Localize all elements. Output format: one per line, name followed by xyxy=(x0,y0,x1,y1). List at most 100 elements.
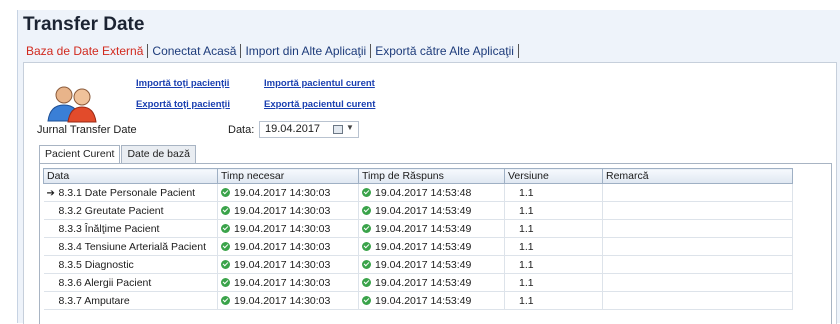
cell-timp-de-raspuns-text: 19.04.2017 14:53:49 xyxy=(375,294,472,307)
cell-versiune: 1.1 xyxy=(504,255,603,274)
cell-data-text: 8.3.5 Diagnostic xyxy=(58,258,134,271)
cell-timp-de-raspuns-text: 19.04.2017 14:53:49 xyxy=(375,258,472,271)
check-circle-icon xyxy=(221,277,230,287)
tab-pacient-curent[interactable]: Pacient Curent xyxy=(39,145,121,163)
cell-data-text: 8.3.3 Înălţime Pacient xyxy=(58,222,160,235)
sub-tabs: Pacient Curent Date de bază xyxy=(39,145,197,163)
cell-data: 8.3.4 Tensiune Arterială Pacient xyxy=(43,237,218,256)
page-title: Transfer Date xyxy=(23,14,145,35)
top-tabs: Baza de Date Externă Conectat Acasă Impo… xyxy=(23,44,520,58)
cell-versiune-text: 1.1 xyxy=(519,276,534,289)
check-circle-icon xyxy=(221,295,230,305)
cell-data: 8.3.6 Alergii Pacient xyxy=(43,273,218,292)
journal-label: Jurnal Transfer Date xyxy=(37,124,137,136)
column-header-timp-necesar[interactable]: Timp necesar xyxy=(217,168,359,184)
column-header-timp-de-raspuns[interactable]: Timp de Răspuns xyxy=(358,168,505,184)
check-circle-icon xyxy=(362,277,371,287)
cell-timp-necesar-text: 19.04.2017 14:30:03 xyxy=(234,276,331,289)
cell-timp-necesar: 19.04.2017 14:30:03 xyxy=(217,201,359,220)
check-circle-icon xyxy=(221,241,230,251)
cell-timp-de-raspuns-text: 19.04.2017 14:53:49 xyxy=(375,240,472,253)
cell-timp-de-raspuns: 19.04.2017 14:53:49 xyxy=(358,273,505,292)
cell-timp-necesar-text: 19.04.2017 14:30:03 xyxy=(234,240,331,253)
cell-remarca xyxy=(602,255,793,274)
cell-remarca xyxy=(602,273,793,292)
column-header-versiune[interactable]: Versiune xyxy=(504,168,603,184)
cell-data-text: 8.3.2 Greutate Pacient xyxy=(58,204,164,217)
tab-separator xyxy=(517,44,519,58)
cell-data-text: 8.3.7 Amputare xyxy=(58,294,130,307)
cell-data: ➔ 8.3.1 Date Personale Pacient xyxy=(43,183,218,202)
cell-timp-de-raspuns-text: 19.04.2017 14:53:49 xyxy=(375,222,472,235)
check-circle-icon xyxy=(362,205,371,215)
table-row[interactable]: 8.3.3 Înălţime Pacient 19.04.2017 14:30:0… xyxy=(43,219,793,238)
cell-timp-necesar-text: 19.04.2017 14:30:03 xyxy=(234,222,331,235)
cell-remarca xyxy=(602,219,793,238)
check-circle-icon xyxy=(221,187,230,197)
cell-timp-de-raspuns: 19.04.2017 14:53:49 xyxy=(358,219,505,238)
column-header-remarca[interactable]: Remarcă xyxy=(602,168,793,184)
tab-import-din-alte-aplicatii[interactable]: Import din Alte Aplicaţii xyxy=(242,44,369,58)
table-header-row: Data Timp necesar Timp de Răspuns Versiu… xyxy=(43,168,793,184)
cell-data-text: 8.3.6 Alergii Pacient xyxy=(58,276,152,289)
tab-date-de-baza[interactable]: Date de bază xyxy=(121,145,196,163)
check-circle-icon xyxy=(221,205,230,215)
transfer-grid: Data Timp necesar Timp de Răspuns Versiu… xyxy=(39,163,832,324)
table-row[interactable]: 8.3.2 Greutate Pacient 19.04.2017 14:30:0… xyxy=(43,201,793,220)
cell-data-text: 8.3.4 Tensiune Arterială Pacient xyxy=(58,240,207,253)
cell-timp-de-raspuns: 19.04.2017 14:53:49 xyxy=(358,201,505,220)
export-current-patient-link[interactable]: Exportă pacientul curent xyxy=(264,99,375,110)
tab-separator xyxy=(147,44,149,58)
table-row[interactable]: 8.3.5 Diagnostic 19.04.2017 14:30:03 19.04… xyxy=(43,255,793,274)
cell-versiune: 1.1 xyxy=(504,273,603,292)
cell-timp-necesar-text: 19.04.2017 14:30:03 xyxy=(234,204,331,217)
cell-versiune-text: 1.1 xyxy=(519,222,534,235)
import-all-patients-link[interactable]: Importă toţi pacienţii xyxy=(136,78,229,89)
table-row[interactable]: ➔ 8.3.1 Date Personale Pacient 19.04.2017 … xyxy=(43,183,793,202)
cell-remarca xyxy=(602,291,793,310)
cell-data: 8.3.7 Amputare xyxy=(43,291,218,310)
table-row[interactable]: 8.3.6 Alergii Pacient 19.04.2017 14:30:03… xyxy=(43,273,793,292)
check-circle-icon xyxy=(362,187,371,197)
date-picker[interactable]: 19.04.2017 ▼ xyxy=(259,121,359,138)
tab-separator xyxy=(370,44,372,58)
cell-timp-necesar: 19.04.2017 14:30:03 xyxy=(217,273,359,292)
users-icon xyxy=(47,86,97,123)
arrow-right-icon: ➔ xyxy=(46,187,55,199)
cell-timp-necesar-text: 19.04.2017 14:30:03 xyxy=(234,258,331,271)
chevron-down-icon[interactable]: ▼ xyxy=(346,123,354,132)
transfer-table: Data Timp necesar Timp de Răspuns Versiu… xyxy=(43,168,793,310)
cell-timp-necesar: 19.04.2017 14:30:03 xyxy=(217,183,359,202)
tab-conectat-acasa[interactable]: Conectat Acasă xyxy=(149,44,239,58)
calendar-icon[interactable] xyxy=(333,125,343,134)
cell-versiune: 1.1 xyxy=(504,219,603,238)
cell-remarca xyxy=(602,183,793,202)
cell-versiune-text: 1.1 xyxy=(519,186,534,199)
cell-data: 8.3.2 Greutate Pacient xyxy=(43,201,218,220)
cell-data-text: 8.3.1 Date Personale Pacient xyxy=(58,186,196,199)
cell-timp-de-raspuns-text: 19.04.2017 14:53:49 xyxy=(375,204,472,217)
cell-versiune-text: 1.1 xyxy=(519,240,534,253)
cell-versiune-text: 1.1 xyxy=(519,294,534,307)
tab-exporta-catre-alte-aplicatii[interactable]: Exportă către Alte Aplicaţii xyxy=(372,44,517,58)
check-circle-icon xyxy=(362,259,371,269)
check-circle-icon xyxy=(362,295,371,305)
cell-versiune-text: 1.1 xyxy=(519,258,534,271)
export-all-patients-link[interactable]: Exportă toţi pacienţii xyxy=(136,99,230,110)
column-header-data[interactable]: Data xyxy=(43,168,218,184)
tab-baza-de-date-externa[interactable]: Baza de Date Externă xyxy=(23,44,146,58)
cell-data: 8.3.3 Înălţime Pacient xyxy=(43,219,218,238)
check-circle-icon xyxy=(221,223,230,233)
cell-remarca xyxy=(602,237,793,256)
cell-timp-necesar: 19.04.2017 14:30:03 xyxy=(217,219,359,238)
table-row[interactable]: 8.3.4 Tensiune Arterială Pacient 19.04.20… xyxy=(43,237,793,256)
tab-separator xyxy=(240,44,242,58)
cell-timp-de-raspuns: 19.04.2017 14:53:49 xyxy=(358,255,505,274)
cell-timp-necesar: 19.04.2017 14:30:03 xyxy=(217,255,359,274)
check-circle-icon xyxy=(221,259,230,269)
table-row[interactable]: 8.3.7 Amputare 19.04.2017 14:30:03 19.04.2… xyxy=(43,291,793,310)
cell-versiune: 1.1 xyxy=(504,237,603,256)
cell-versiune: 1.1 xyxy=(504,183,603,202)
import-current-patient-link[interactable]: Importă pacientul curent xyxy=(264,78,375,89)
cell-versiune: 1.1 xyxy=(504,291,603,310)
